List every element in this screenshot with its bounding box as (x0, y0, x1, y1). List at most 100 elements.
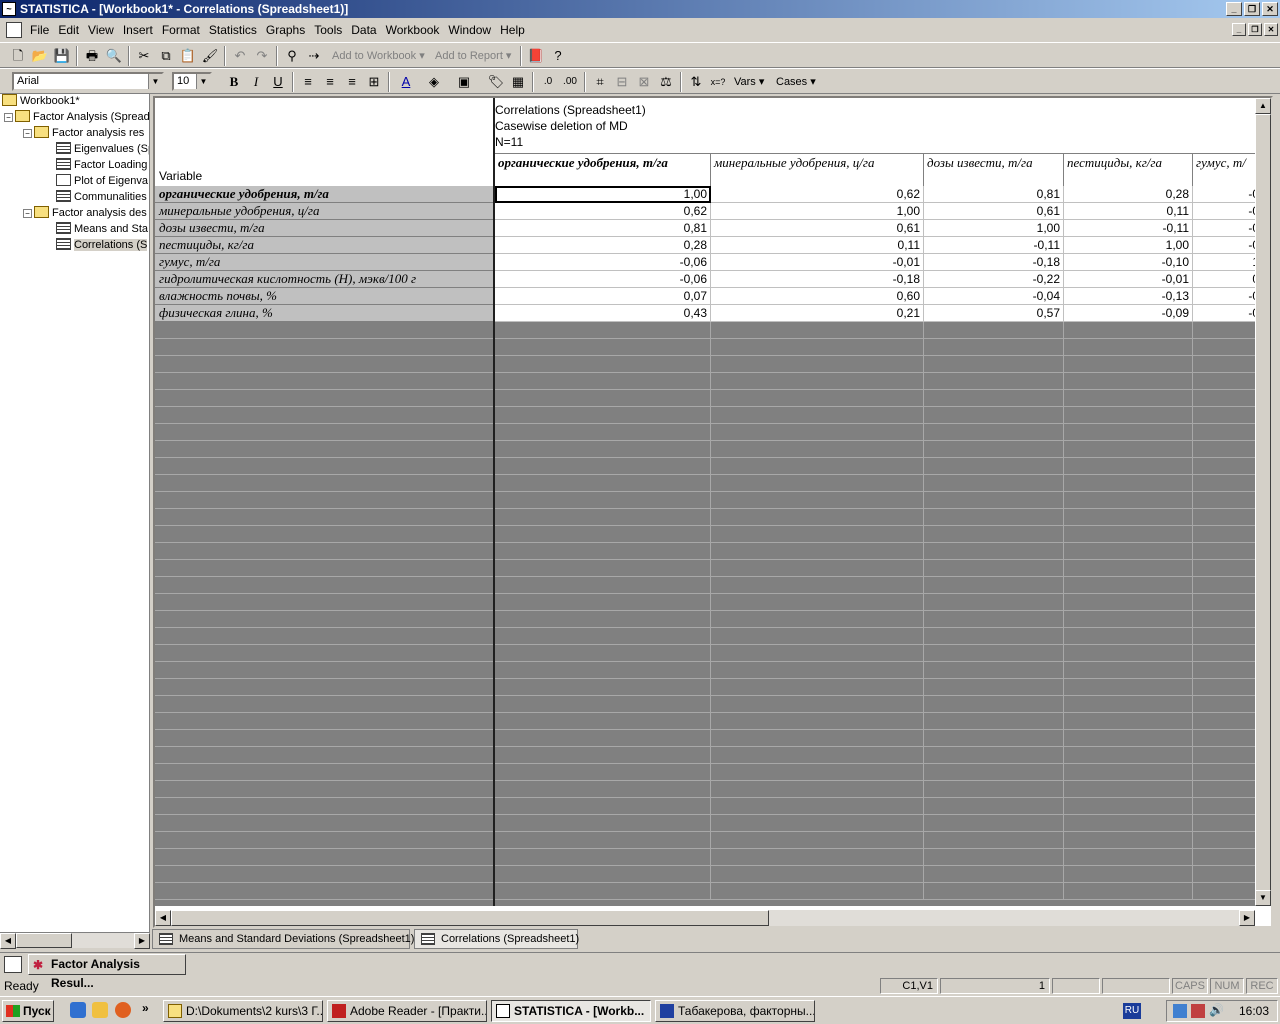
table-cell[interactable] (924, 322, 1064, 339)
tree-item-eigenvalues[interactable]: Eigenvalues (Sp (56, 141, 149, 157)
table-cell[interactable]: -0,11 (1064, 220, 1193, 237)
table-cell[interactable] (495, 747, 711, 764)
menu-insert[interactable]: Insert (123, 23, 160, 37)
table-cell[interactable] (711, 577, 924, 594)
table-cell[interactable] (924, 849, 1064, 866)
table-cell[interactable] (711, 509, 924, 526)
task-adobe-reader[interactable]: Adobe Reader - [Практи... (327, 1000, 487, 1022)
table-cell[interactable]: -0 (1193, 203, 1255, 220)
statistica-icon[interactable] (4, 956, 22, 973)
add-to-report-button[interactable]: Add to Report ▾ (435, 48, 511, 64)
table-cell[interactable] (924, 815, 1064, 832)
table-cell[interactable] (711, 322, 924, 339)
row-header[interactable] (155, 475, 493, 492)
row-header[interactable] (155, 645, 493, 662)
table-cell[interactable]: 0,21 (711, 305, 924, 322)
table-cell[interactable] (924, 798, 1064, 815)
table-cell[interactable] (1064, 815, 1193, 832)
row-header[interactable] (155, 458, 493, 475)
table-cell[interactable] (1193, 730, 1255, 747)
scroll-thumb[interactable] (16, 933, 72, 948)
table-cell[interactable] (495, 339, 711, 356)
table-cell[interactable] (1064, 577, 1193, 594)
tag-icon[interactable]: 🏷 (486, 72, 506, 92)
table-cell[interactable] (924, 764, 1064, 781)
horizontal-scrollbar[interactable]: ◀ ▶ (155, 910, 1255, 926)
table-cell[interactable] (1193, 662, 1255, 679)
table-cell[interactable]: 0,61 (924, 203, 1064, 220)
quicklaunch-more-icon[interactable]: » (142, 1001, 149, 1015)
table-cell[interactable]: -0,06 (495, 271, 711, 288)
table-cell[interactable] (924, 492, 1064, 509)
table-cell[interactable]: -0 (1193, 237, 1255, 254)
table-cell[interactable]: 0,11 (711, 237, 924, 254)
table-cell[interactable] (1193, 424, 1255, 441)
table-cell[interactable]: 0 (1193, 271, 1255, 288)
folder-icon[interactable] (92, 1002, 108, 1018)
table-cell[interactable] (1193, 611, 1255, 628)
table-cell[interactable] (1193, 628, 1255, 645)
table-cell[interactable] (924, 883, 1064, 900)
table-cell[interactable] (1064, 679, 1193, 696)
table-cell[interactable] (495, 594, 711, 611)
minimize-button[interactable]: _ (1226, 2, 1242, 16)
table-cell[interactable]: -0,06 (495, 254, 711, 271)
table-cell[interactable] (924, 832, 1064, 849)
table-cell[interactable] (924, 696, 1064, 713)
column-header[interactable]: дозы извести, т/га (924, 154, 1064, 186)
row-header[interactable] (155, 611, 493, 628)
table-cell[interactable] (1064, 849, 1193, 866)
table-cell[interactable] (924, 373, 1064, 390)
row-header[interactable] (155, 526, 493, 543)
row-header[interactable]: пестициды, кг/га (155, 237, 493, 254)
table-cell[interactable] (711, 679, 924, 696)
new-file-icon[interactable]: 🗋 (8, 46, 28, 66)
row-header[interactable]: влажность почвы, % (155, 288, 493, 305)
task-statistica[interactable]: STATISTICA - [Workb... (491, 1000, 651, 1022)
doc-restore-button[interactable]: ❐ (1248, 23, 1262, 36)
doc-close-button[interactable]: ✕ (1264, 23, 1278, 36)
save-icon[interactable]: 💾 (52, 46, 72, 66)
grid-icon[interactable]: ▦ (508, 72, 528, 92)
table-cell[interactable]: -0,13 (1064, 288, 1193, 305)
table-cell[interactable]: -0,11 (924, 237, 1064, 254)
spreadsheet-tool-icon[interactable]: ⌗ (590, 72, 610, 92)
table-cell[interactable]: 1,00 (1064, 237, 1193, 254)
table-cell[interactable] (711, 832, 924, 849)
scroll-right-icon[interactable]: ▶ (1239, 910, 1255, 926)
table-cell[interactable] (711, 645, 924, 662)
paste-icon[interactable]: 📋 (178, 46, 198, 66)
menu-view[interactable]: View (88, 23, 121, 37)
format-cells-icon[interactable]: ⊞ (364, 72, 384, 92)
tree-root[interactable]: Workbook1* (2, 94, 80, 109)
table-cell[interactable]: 0,81 (495, 220, 711, 237)
row-header[interactable]: органические удобрения, т/га (155, 186, 493, 203)
table-cell[interactable] (1064, 594, 1193, 611)
add-to-workbook-button[interactable]: Add to Workbook ▾ (332, 48, 425, 64)
table-cell[interactable] (1064, 390, 1193, 407)
table-cell[interactable] (1193, 356, 1255, 373)
table-cell[interactable] (1193, 849, 1255, 866)
table-cell[interactable] (1193, 764, 1255, 781)
align-right-icon[interactable]: ≡ (342, 72, 362, 92)
table-cell[interactable]: -0,01 (711, 254, 924, 271)
statistics-tool-icon[interactable]: ⚖ (656, 72, 676, 92)
open-folder-icon[interactable]: 📂 (30, 46, 50, 66)
row-header[interactable] (155, 730, 493, 747)
table-cell[interactable] (1064, 628, 1193, 645)
table-cell[interactable] (1064, 373, 1193, 390)
table-cell[interactable] (924, 679, 1064, 696)
statistica-app-icon[interactable]: ~ (2, 2, 16, 16)
table-cell[interactable] (1064, 798, 1193, 815)
row-header[interactable] (155, 424, 493, 441)
table-cell[interactable]: -0,18 (924, 254, 1064, 271)
table-cell[interactable] (1193, 407, 1255, 424)
row-header[interactable] (155, 339, 493, 356)
table-cell[interactable]: -0,22 (924, 271, 1064, 288)
italic-icon[interactable]: I (246, 72, 266, 92)
collapse-icon[interactable]: − (23, 209, 32, 218)
table-cell[interactable] (495, 730, 711, 747)
function-icon[interactable]: x=? (708, 72, 728, 92)
table-cell[interactable] (495, 662, 711, 679)
table-cell[interactable] (1193, 713, 1255, 730)
